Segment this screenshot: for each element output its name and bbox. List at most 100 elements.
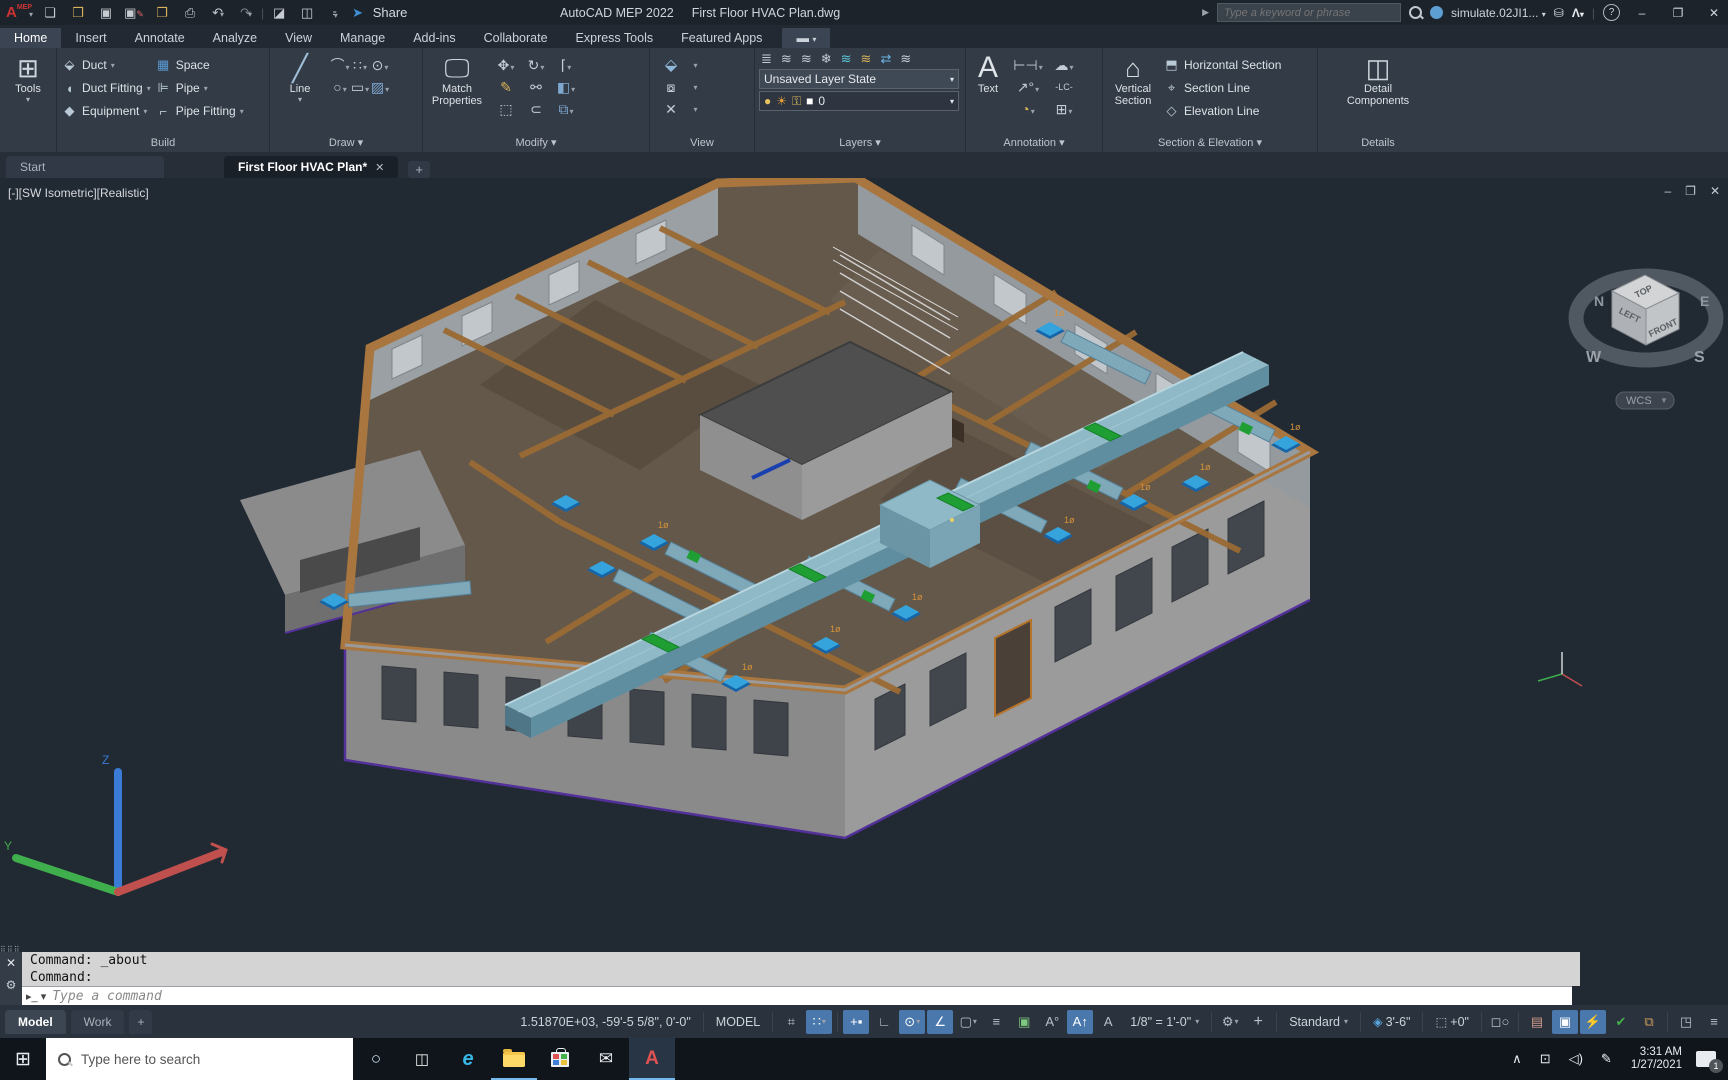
qat-customize-icon[interactable]: ⹀▾ [322,4,348,22]
layer-bulb-icon[interactable]: ● [764,94,771,108]
panel-label-modify[interactable]: Modify ▾ [423,136,649,152]
duct-button[interactable]: ⬙ Duct ▾ [61,55,151,75]
drawing-canvas[interactable]: 1ø 1ø 1ø 1ø 1ø 1ø 1ø 1ø 1ø Z Y N E W S T… [0,178,1728,945]
print-icon[interactable]: ⎙ [177,5,203,21]
tab-view[interactable]: View [271,28,326,48]
app-menu-button[interactable]: AMEP▾ [4,4,35,21]
pipe-button[interactable]: ⊫ Pipe ▾ [155,78,244,98]
hardware-accel-icon[interactable]: ▣ [1552,1009,1578,1034]
vp-restore-button[interactable]: ❐ [1685,184,1696,198]
volume-tray-icon[interactable]: ◁) [1560,1051,1592,1067]
layer-sun-icon[interactable]: ☀ [776,94,787,108]
layout-tab-add[interactable]: + [129,1009,153,1034]
annotation-autoscale-icon[interactable]: A↑ [1067,1009,1094,1034]
command-grip-handle[interactable]: ⣿⣿⣿ [0,945,26,952]
rotate-button[interactable]: ↻▾ [528,57,545,74]
osnap-tracking-icon[interactable]: ▢ ▾ [955,1010,981,1034]
arc-button[interactable]: ⌒▾ [330,55,349,75]
close-button[interactable]: ✕ [1700,6,1728,20]
edge-button[interactable]: e [445,1038,491,1080]
restore-button[interactable]: ❐ [1664,6,1692,20]
save-icon[interactable]: ▣ [93,5,119,21]
selection-filter-icon[interactable]: ◻○ [1487,1010,1513,1034]
new-file-icon[interactable]: ❏ [37,5,63,21]
file-tab-start[interactable]: Start [6,156,164,178]
tab-home[interactable]: Home [0,28,62,48]
start-button[interactable]: ⊞ [0,1038,46,1080]
viewport-controls-label[interactable]: [-][SW Isometric][Realistic] [8,186,149,200]
pipe-fitting-button[interactable]: ⌐ Pipe Fitting ▾ [155,101,243,121]
layer-on-icon[interactable]: ≋ [841,51,852,67]
task-view-button[interactable]: ◫ [399,1038,445,1080]
tab-add-ins[interactable]: Add-ins [399,28,469,48]
tab-collaborate[interactable]: Collaborate [470,28,562,48]
view-cube-button[interactable]: ⬙ [665,55,677,75]
coordinates-display[interactable]: 1.51870E+03, -59'-5 5/8", 0'-0" [512,1015,698,1029]
layer-current-dropdown[interactable]: ● ☀ ⚿ ■ 0 ▾ [759,91,959,111]
panel-label-view[interactable]: View [650,136,754,152]
save-as-icon[interactable]: ▣✎ [121,5,147,21]
rectangle-button[interactable]: ▭▾ [351,79,369,96]
minimize-button[interactable]: – [1628,6,1656,20]
vp-close-button[interactable]: ✕ [1710,184,1720,198]
annotation-monitor-icon[interactable]: + [1245,1010,1271,1034]
viewcube[interactable]: N E W S TOP LEFT FRONT WCS ▼ [1568,268,1724,410]
pen-tray-icon[interactable]: ✎ [1592,1051,1621,1067]
move-button[interactable]: ✥▾ [498,57,515,74]
match-properties-button[interactable]: 🖵 Match Properties [427,51,487,136]
tab-featured-apps[interactable]: Featured Apps [667,28,776,48]
elevation-line-button[interactable]: ◇ Elevation Line [1163,101,1281,121]
layer-match-icon[interactable]: ≋ [900,51,911,67]
user-menu[interactable]: simulate.02JI1... ▾ [1451,6,1546,20]
search-icon[interactable] [1409,6,1423,19]
command-close-icon[interactable]: ✕ [6,956,16,970]
store-button[interactable] [537,1038,583,1080]
stretch-button[interactable]: ◧▾ [557,79,575,96]
erase-button[interactable]: ✎ [500,79,512,96]
layout-tab-model[interactable]: Model [5,1009,66,1034]
tab-insert[interactable]: Insert [61,28,120,48]
taskbar-clock[interactable]: 3:31 AM 1/27/2021 [1621,1046,1692,1072]
named-views-icon[interactable]: ◪ [266,5,292,21]
compass-e[interactable]: E [1700,293,1709,309]
equipment-button[interactable]: ◆ Equipment ▾ [61,101,151,121]
replace-z-button[interactable]: ⬚ +0" [1427,1014,1477,1030]
autodesk-logo-icon[interactable]: Λ▾ [1572,6,1584,20]
command-tools-icon[interactable]: ⚙ [6,978,17,992]
panel-label-build[interactable]: Build [57,136,269,152]
keynote-button[interactable]: ◔▾ [1021,101,1034,117]
compass-n[interactable]: N [1594,293,1604,309]
leader-button[interactable]: ↗°▾ [1017,79,1039,96]
polar-tracking-icon[interactable]: ⊙ ▾ [899,1009,926,1034]
model-space-toggle[interactable]: MODEL [708,1015,768,1029]
tab-annotate[interactable]: Annotate [121,28,199,48]
layer-isolate-icon[interactable]: ≋ [801,51,812,67]
layer-lock-open-icon[interactable]: ⚿ [792,94,801,109]
grid-display-icon[interactable]: ⌗ [778,1010,804,1034]
autocad-taskbar-button[interactable]: A [629,1038,675,1080]
annotation-visibility-icon[interactable]: A° [1039,1010,1065,1034]
tab-analyze[interactable]: Analyze [199,28,271,48]
circle-button[interactable]: ⊙▾ [372,57,389,74]
view-arrows-button[interactable]: ✕ [665,101,677,118]
compass-s[interactable]: S [1694,349,1705,366]
table-button[interactable]: ⊞▾ [1056,101,1073,118]
vertical-section-button[interactable]: ⌂ Vertical Section [1107,51,1159,136]
mail-button[interactable]: ✉ [583,1038,629,1080]
app-store-cart-icon[interactable]: ⛁ [1554,6,1564,20]
data-link-icon[interactable]: ⧉ [1636,1010,1662,1034]
show-hidden-icons[interactable]: ∧ [1503,1051,1531,1067]
dynamic-input-icon[interactable]: +▪ [843,1009,870,1034]
open-file-icon[interactable]: ❒ [65,5,91,21]
point-button[interactable]: ∷▾ [353,57,367,74]
layer-lock-icon[interactable]: ≋ [861,51,872,67]
offset-button[interactable]: ⊂ [530,101,542,118]
horizontal-section-button[interactable]: ⬒ Horizontal Section [1163,55,1281,75]
command-prompt-icon[interactable]: ▸_ ▾ [22,990,50,1003]
duct-fitting-button[interactable]: ◖ Duct Fitting ▾ [61,78,151,98]
panel-label-annotation[interactable]: Annotation ▾ [966,136,1102,152]
annotation-scale-icon[interactable]: A [1095,1010,1121,1034]
layer-color-swatch[interactable]: ■ [806,94,813,108]
cortana-button[interactable]: ○ [353,1038,399,1080]
snap-mode-icon[interactable]: ∷ ▾ [806,1009,833,1034]
